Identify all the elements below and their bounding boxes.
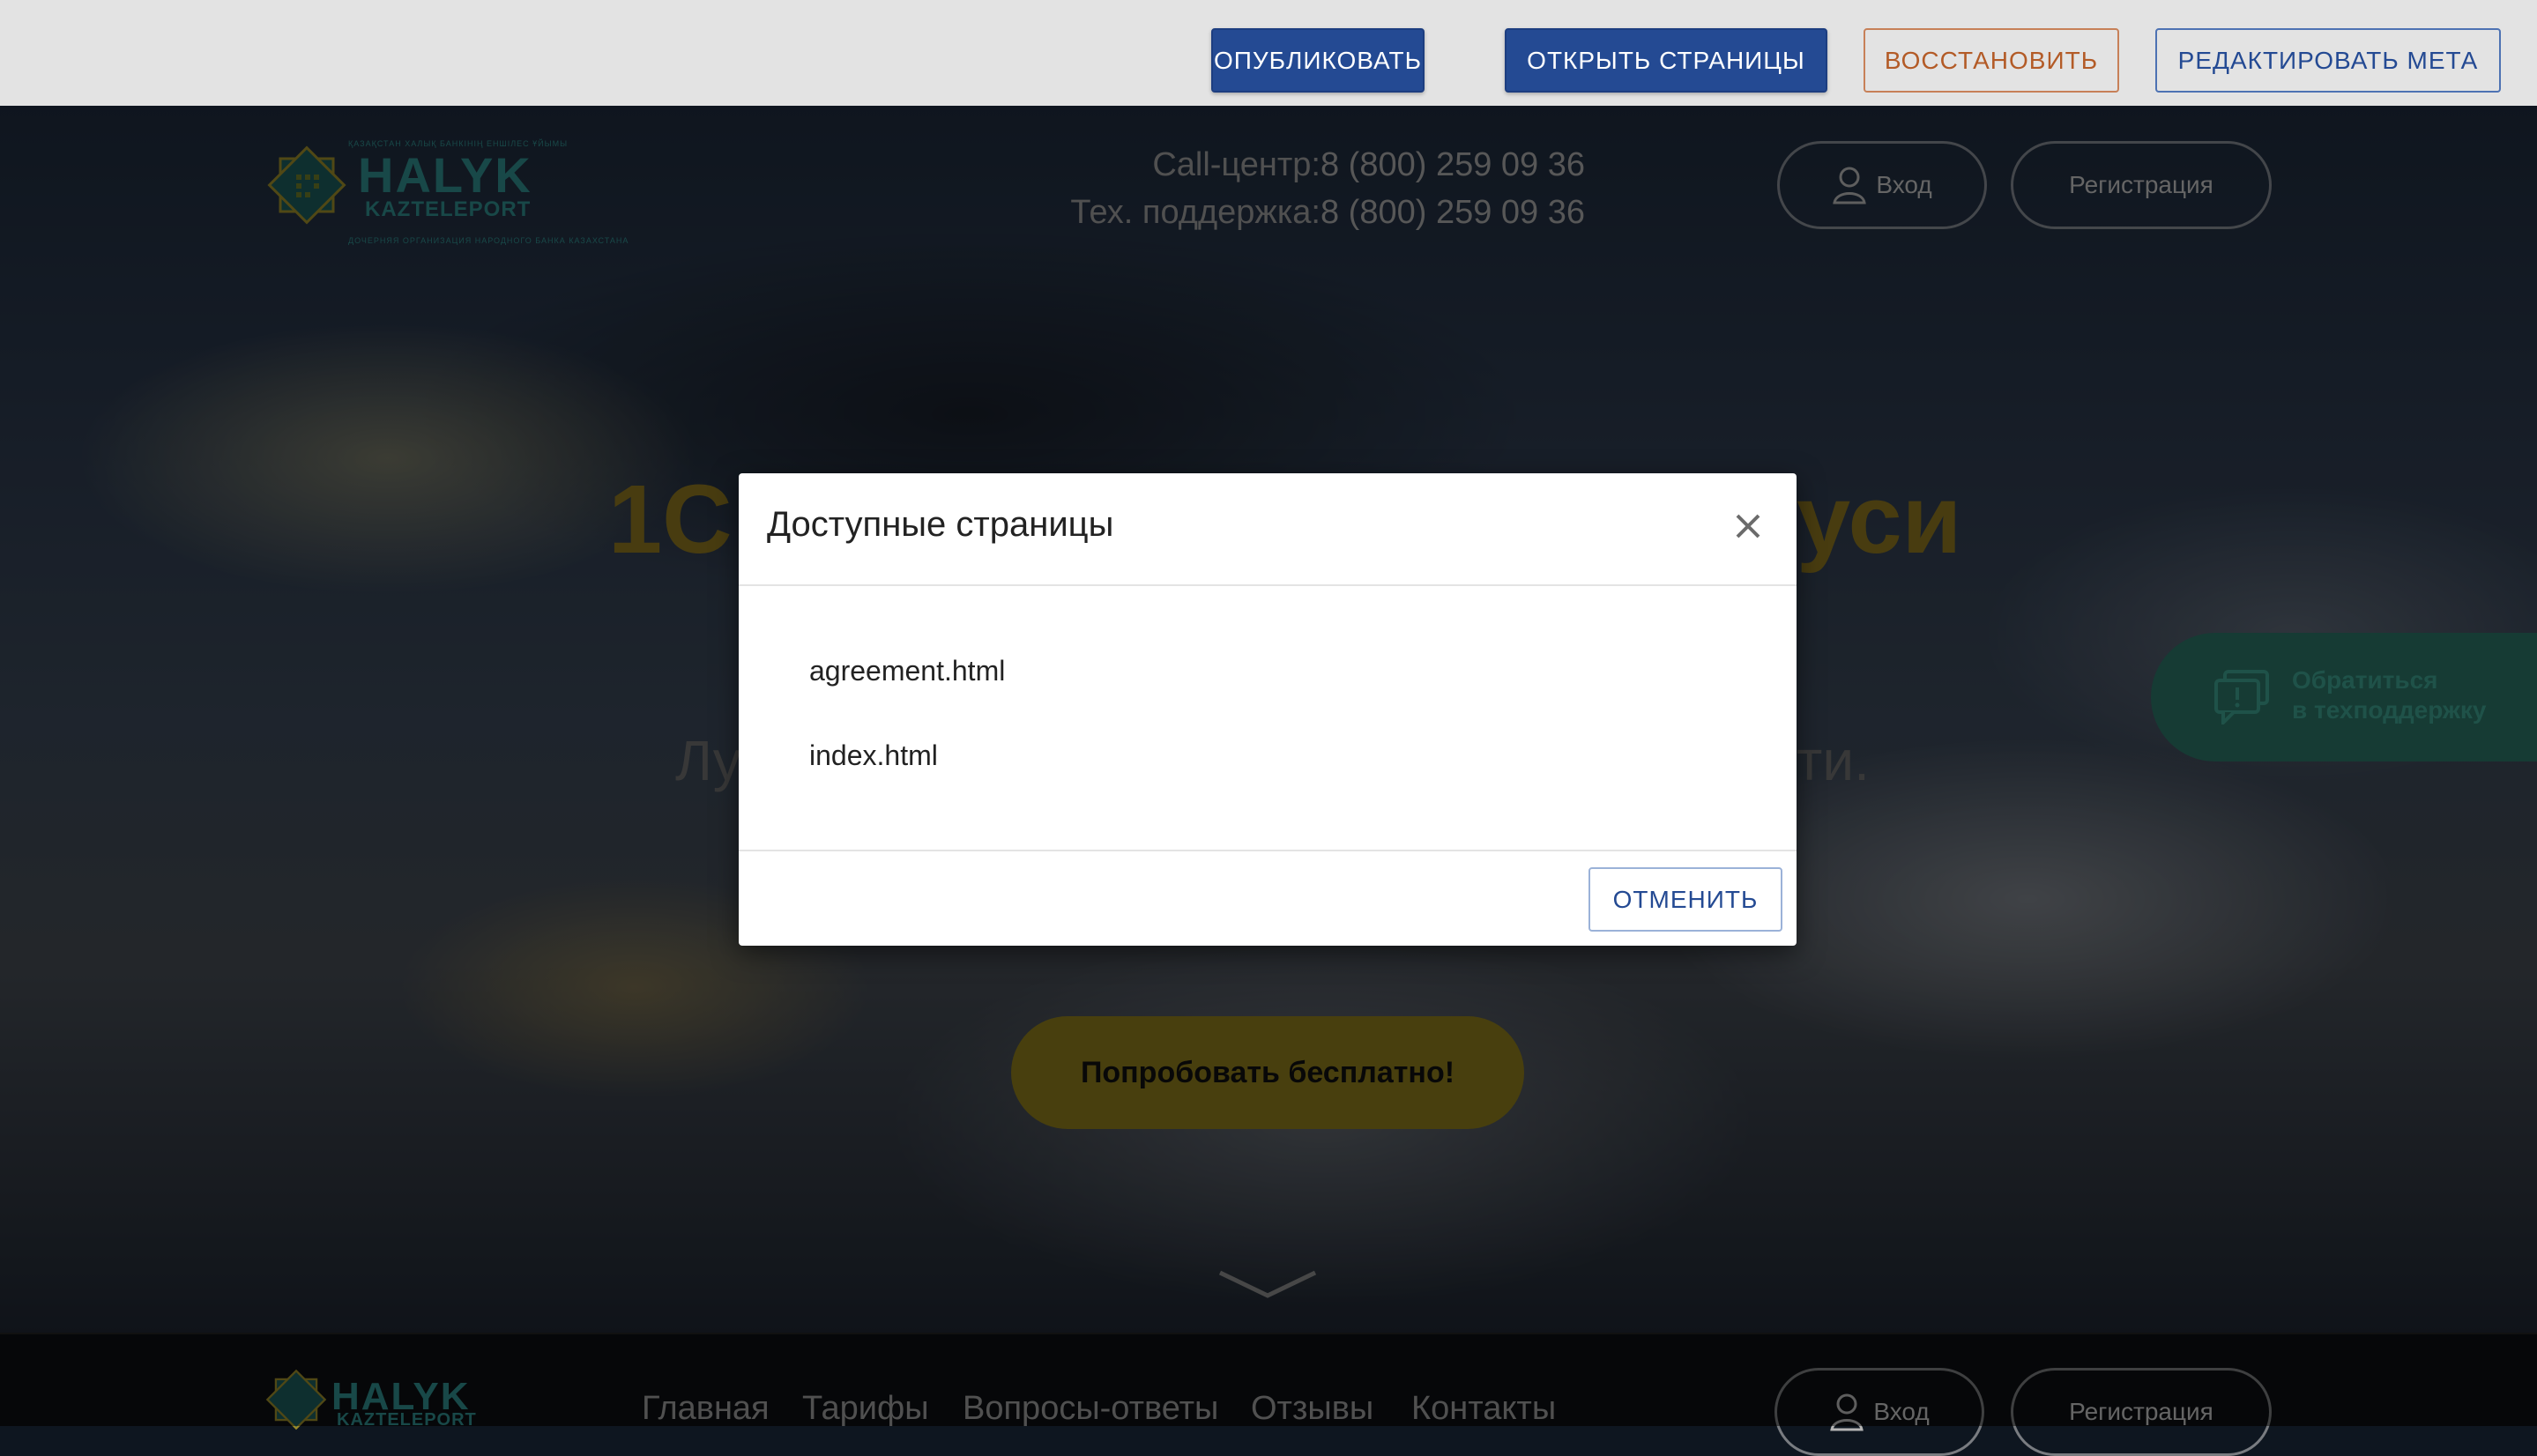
restore-button[interactable]: Восстановить <box>1864 28 2119 93</box>
page-link-index[interactable]: index.html <box>809 739 938 772</box>
cancel-button[interactable]: Отменить <box>1588 867 1782 932</box>
publish-button[interactable]: Опубликовать <box>1211 28 1425 93</box>
open-pages-button[interactable]: Открыть страницы <box>1505 28 1827 93</box>
dialog-header-divider <box>739 584 1797 586</box>
close-icon[interactable] <box>1730 509 1766 544</box>
dialog-title: Доступные страницы <box>767 505 1114 544</box>
available-pages-dialog: Доступные страницы agreement.html index.… <box>739 473 1797 946</box>
page-link-agreement[interactable]: agreement.html <box>809 655 1005 687</box>
edit-meta-button[interactable]: Редактировать мета <box>2155 28 2501 93</box>
dialog-footer-divider <box>739 850 1797 851</box>
